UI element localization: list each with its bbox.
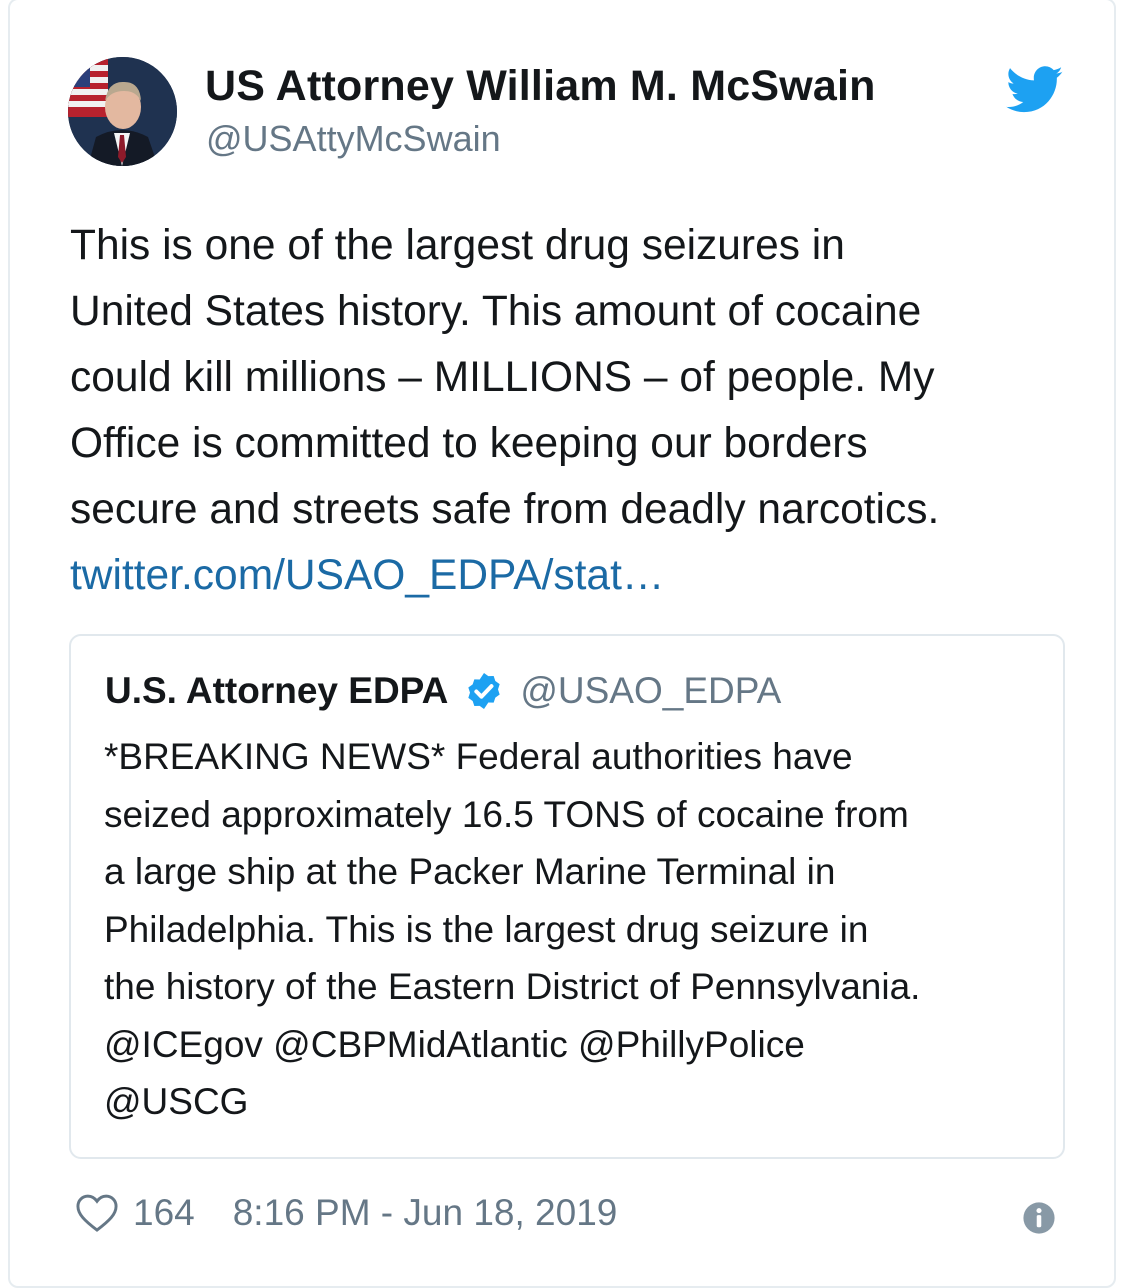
tweet-text: This is one of the largest drug seizures… xyxy=(70,213,1080,609)
author-avatar[interactable] xyxy=(68,57,177,166)
author-handle[interactable]: @USAttyMcSwain xyxy=(206,118,501,160)
info-icon[interactable] xyxy=(1022,1201,1056,1235)
quoted-tweet-card[interactable]: U.S. Attorney EDPA @USAO_EDPA *BREAKING … xyxy=(69,634,1065,1159)
twitter-bird-icon[interactable] xyxy=(1006,66,1064,114)
verified-badge-icon xyxy=(468,673,500,709)
tweet-text-line: could kill millions – MILLIONS – of peop… xyxy=(70,354,935,401)
like-count[interactable]: 164 xyxy=(133,1192,195,1234)
quoted-text-line: seized approximately 16.5 TONS of cocain… xyxy=(104,793,909,835)
quoted-text-line: a large ship at the Packer Marine Termin… xyxy=(104,851,836,892)
quoted-text-line: @ICEgov @CBPMidAtlantic @PhillyPolice xyxy=(104,1023,805,1065)
tweet-text-line: United States history. This amount of co… xyxy=(70,288,922,335)
heart-icon[interactable] xyxy=(75,1192,119,1234)
tweet-text-line: This is one of the largest drug seizures… xyxy=(70,222,845,269)
quoted-text-line: *BREAKING NEWS* Federal authorities have xyxy=(104,736,853,777)
tweet-text-line: Office is committed to keeping our borde… xyxy=(70,420,868,467)
author-display-name[interactable]: US Attorney William M. McSwain xyxy=(205,62,876,111)
quoted-author-name[interactable]: U.S. Attorney EDPA xyxy=(105,670,448,712)
tweet-timestamp[interactable]: 8:16 PM - Jun 18, 2019 xyxy=(233,1192,618,1234)
quoted-text-line: Philadelphia. This is the largest drug s… xyxy=(104,908,869,950)
quoted-text-line: the history of the Eastern District of P… xyxy=(104,966,921,1007)
quoted-author-handle[interactable]: @USAO_EDPA xyxy=(520,670,781,712)
tweet-text-line: secure and streets safe from deadly narc… xyxy=(70,486,940,533)
quoted-text-line: @USCG xyxy=(104,1081,249,1122)
quoted-tweet-text: *BREAKING NEWS* Federal authorities have… xyxy=(104,728,1054,1131)
tweet-footer: 164 8:16 PM - Jun 18, 2019 xyxy=(75,1192,617,1234)
tweet-link[interactable]: twitter.com/USAO_EDPA/stat… xyxy=(70,543,1080,609)
quoted-tweet-header: U.S. Attorney EDPA @USAO_EDPA xyxy=(105,670,781,712)
